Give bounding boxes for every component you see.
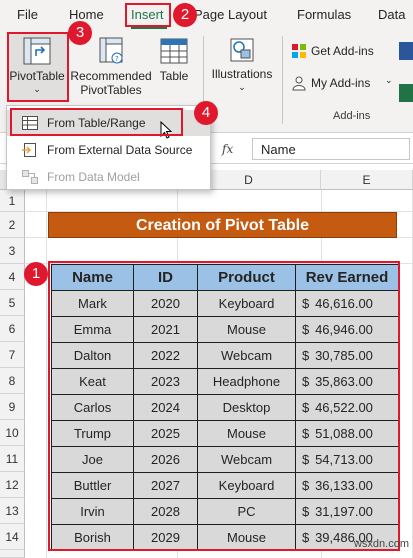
- row-header[interactable]: 14: [0, 524, 25, 550]
- column-header-e[interactable]: E: [321, 170, 413, 190]
- insert-tab-highlight: [125, 3, 171, 27]
- from-table-range-highlight: [10, 108, 183, 136]
- row-header[interactable]: 7: [0, 342, 25, 368]
- row-header[interactable]: 4: [0, 264, 25, 290]
- tab-data[interactable]: Data: [378, 7, 405, 22]
- external-data-icon: [22, 143, 36, 157]
- data-model-icon: [22, 170, 38, 184]
- menu-item-label: From External Data Source: [47, 143, 193, 157]
- row-header[interactable]: 1: [0, 190, 25, 212]
- tab-page-layout[interactable]: Page Layout: [194, 7, 267, 22]
- step-badge-1: 1: [24, 262, 48, 286]
- step-badge-3: 3: [68, 21, 92, 45]
- row-header[interactable]: 12: [0, 472, 25, 498]
- chevron-down-icon: ⌄: [238, 82, 246, 92]
- word-icon: [399, 42, 413, 60]
- illustrations-label: Illustrations: [211, 67, 273, 81]
- row-header[interactable]: [0, 550, 25, 558]
- pivottable-highlight: [7, 32, 69, 102]
- sheet-title[interactable]: Creation of Pivot Table: [48, 212, 397, 238]
- recommended-pivottables-button[interactable]: ? Recommended PivotTables: [70, 36, 152, 100]
- svg-text:?: ?: [115, 55, 119, 63]
- my-addins-label: My Add-ins: [311, 76, 371, 90]
- row-header[interactable]: 10: [0, 420, 25, 446]
- illustrations-button[interactable]: Illustrations ⌄: [208, 36, 276, 92]
- person-icon: [292, 76, 306, 91]
- ribbon-separator: [282, 36, 283, 124]
- row-header[interactable]: 9: [0, 394, 25, 420]
- fx-icon[interactable]: fx: [222, 142, 233, 156]
- excel-icon: [399, 84, 413, 102]
- row-header[interactable]: 5: [0, 290, 25, 316]
- data-range-highlight: [48, 261, 400, 551]
- step-badge-2: 2: [173, 3, 197, 27]
- row-header[interactable]: 2: [0, 212, 25, 238]
- menu-item-label: From Data Model: [47, 170, 140, 184]
- recommended-label-line1: Recommended: [70, 69, 152, 83]
- table-button[interactable]: Table: [153, 36, 195, 86]
- recommended-pivottables-icon: ?: [99, 37, 123, 64]
- watermark: wsxdn.com: [353, 538, 409, 550]
- recommended-label-line2: PivotTables: [80, 83, 142, 97]
- row-header[interactable]: 11: [0, 446, 25, 472]
- illustrations-icon: [230, 38, 254, 62]
- formula-input[interactable]: Name: [252, 138, 410, 160]
- tab-home[interactable]: Home: [69, 7, 104, 22]
- chevron-down-icon: ⌄: [385, 75, 393, 85]
- tab-formulas[interactable]: Formulas: [297, 7, 351, 22]
- menu-item-from-data-model: From Data Model: [7, 164, 210, 190]
- addins-group-label: Add-ins: [333, 110, 371, 122]
- tab-file[interactable]: File: [17, 7, 38, 22]
- get-addins-label: Get Add-ins: [311, 44, 374, 58]
- ribbon-tab-bar: File Home Insert Page Layout Formulas Da…: [0, 0, 413, 30]
- table-label: Table: [159, 69, 189, 83]
- menu-item-from-external-data-source[interactable]: From External Data Source: [7, 137, 210, 163]
- store-icon: [292, 44, 306, 58]
- row-header[interactable]: 6: [0, 316, 25, 342]
- row-header[interactable]: 8: [0, 368, 25, 394]
- step-badge-4: 4: [194, 101, 218, 125]
- table-icon: [160, 38, 188, 64]
- row-header[interactable]: 3: [0, 238, 25, 264]
- gridline: [46, 190, 47, 558]
- row-header[interactable]: 13: [0, 498, 25, 524]
